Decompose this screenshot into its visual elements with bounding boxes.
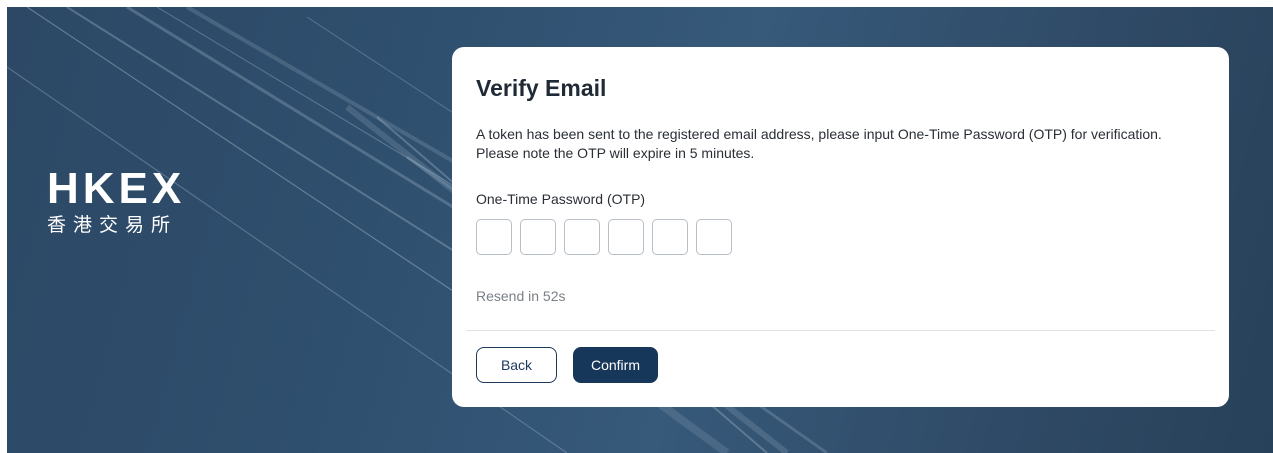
otp-digit-4[interactable]: [608, 219, 644, 255]
dialog-title: Verify Email: [476, 75, 607, 101]
logo-chinese-text: 香港交易所: [47, 214, 178, 236]
otp-digit-1[interactable]: [476, 219, 512, 255]
otp-digit-5[interactable]: [652, 219, 688, 255]
otp-digit-3[interactable]: [564, 219, 600, 255]
resend-countdown: Resend in 52s: [476, 288, 566, 304]
otp-input-group: [476, 219, 732, 255]
otp-digit-2[interactable]: [520, 219, 556, 255]
verify-email-dialog: Verify Email A token has been sent to th…: [452, 47, 1229, 407]
hkex-logo: HKEX 香港交易所: [47, 167, 185, 237]
logo-text: HKEX: [47, 164, 186, 213]
dialog-description: A token has been sent to the registered …: [476, 126, 1162, 161]
confirm-button[interactable]: Confirm: [573, 347, 658, 383]
otp-label: One-Time Password (OTP): [476, 191, 646, 207]
otp-digit-6[interactable]: [696, 219, 732, 255]
back-button[interactable]: Back: [476, 347, 557, 383]
dialog-divider: [466, 330, 1215, 331]
